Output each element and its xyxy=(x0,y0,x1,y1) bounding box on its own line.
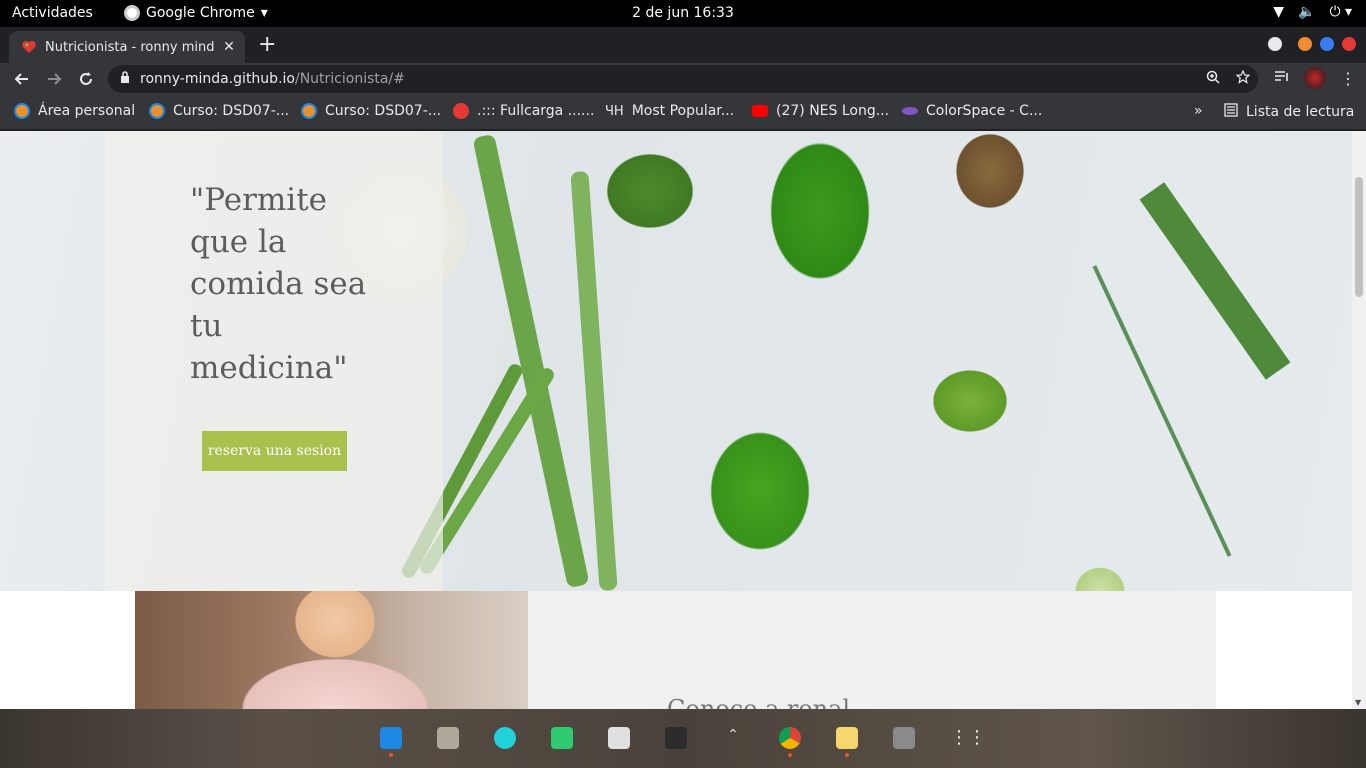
back-icon[interactable] xyxy=(10,67,34,91)
bookmark-star-icon[interactable] xyxy=(1235,69,1251,88)
scroll-down-arrow-icon[interactable]: ▼ xyxy=(1355,698,1361,707)
bookmarks-bar: Área personal Curso: DSD07-... Curso: DS… xyxy=(0,95,1366,130)
volume-icon: 🔈 xyxy=(1298,4,1316,20)
chevron-double-right-icon: » xyxy=(1194,103,1203,119)
show-apps-icon[interactable]: ⋮⋮ xyxy=(950,727,986,749)
media-control-icon[interactable] xyxy=(1274,69,1290,88)
moodle-icon xyxy=(301,103,317,119)
moodle-icon xyxy=(149,103,165,119)
window-controls xyxy=(1268,37,1356,51)
close-tab-icon[interactable]: ✕ xyxy=(221,39,237,55)
page-scrollbar[interactable]: ▼ xyxy=(1352,131,1366,709)
extensions-icon[interactable] xyxy=(551,727,573,749)
scrollbar-thumb[interactable] xyxy=(1355,177,1363,297)
minimize-button[interactable] xyxy=(1298,37,1312,51)
lock-icon[interactable] xyxy=(120,71,130,87)
bookmark-area-personal[interactable]: Área personal xyxy=(14,103,135,119)
new-tab-icon[interactable]: + xyxy=(258,34,276,56)
tab-title: Nutricionista - ronny mind xyxy=(45,39,215,55)
bookmark-most-popular[interactable]: ЧН Most Popular... xyxy=(605,103,734,119)
trash-icon[interactable] xyxy=(893,727,915,749)
reading-list-button[interactable]: Lista de lectura xyxy=(1224,103,1354,121)
reading-list-icon xyxy=(1224,103,1238,121)
profile-avatar[interactable] xyxy=(1304,67,1326,89)
wifi-icon: ▼ xyxy=(1273,4,1284,20)
system-top-bar: Actividades Google Chrome ▾ 2 de jun 16:… xyxy=(0,0,1366,27)
bookmark-curso-2[interactable]: Curso: DSD07-... xyxy=(301,103,441,119)
terminal-icon[interactable] xyxy=(665,727,687,749)
more-bookmarks-button[interactable]: » xyxy=(1194,103,1203,119)
maximize-button[interactable] xyxy=(1320,37,1334,51)
tab-search-icon[interactable] xyxy=(1268,37,1282,51)
power-icon: ⏻ ▾ xyxy=(1329,4,1352,20)
fullcarga-icon xyxy=(453,103,469,119)
vscode-icon[interactable] xyxy=(380,727,402,757)
clock[interactable]: 2 de jun 16:33 xyxy=(0,5,1366,21)
bookmark-label: .::: Fullcarga ...... xyxy=(477,103,595,119)
about-heading: Conoce a renal xyxy=(667,695,851,709)
forward-icon[interactable] xyxy=(42,67,66,91)
tab-nutricionista[interactable]: Nutricionista - ronny mind ✕ xyxy=(9,31,245,63)
bookmark-colorspace[interactable]: ColorSpace - C... xyxy=(902,103,1042,119)
bookmark-label: ColorSpace - C... xyxy=(926,103,1043,119)
bookmark-fullcarga[interactable]: .::: Fullcarga ...... xyxy=(453,103,594,119)
tab-strip: Nutricionista - ronny mind ✕ + xyxy=(0,27,1366,63)
bookmark-label: Most Popular... xyxy=(631,103,735,119)
colorspace-icon xyxy=(902,107,918,115)
text-editor-icon[interactable] xyxy=(836,727,858,757)
url-host: ronny-minda.github.io xyxy=(140,71,295,87)
pycharm-icon[interactable] xyxy=(494,727,516,749)
nutritionist-photo xyxy=(135,591,528,709)
reserve-session-button[interactable]: reserva una sesion xyxy=(202,431,347,471)
bookmark-label: Área personal xyxy=(38,103,136,119)
chrome-dock-icon[interactable] xyxy=(779,727,801,757)
bookmark-nes-long[interactable]: (27) NES Long... xyxy=(752,103,889,119)
heart-favicon-icon xyxy=(21,39,37,55)
close-window-button[interactable] xyxy=(1342,37,1356,51)
browser-toolbar: ronny-minda.github.io /Nutricionista/# ⋮ xyxy=(0,63,1366,95)
files-icon[interactable] xyxy=(437,727,459,749)
bookmark-curso-1[interactable]: Curso: DSD07-... xyxy=(149,103,289,119)
about-section: Conoce a renal xyxy=(135,591,1216,709)
youtube-icon xyxy=(752,105,768,117)
moodle-icon xyxy=(14,103,30,119)
scroll-up-icon[interactable]: ⌃ xyxy=(722,727,744,749)
address-bar[interactable]: ronny-minda.github.io /Nutricionista/# xyxy=(108,65,1258,93)
bookmark-label: (27) NES Long... xyxy=(776,103,890,119)
page-viewport: "Permite que la comida sea tu medicina" … xyxy=(0,131,1366,709)
dock: ⌃ ⋮⋮ xyxy=(0,709,1366,768)
hero-quote: "Permite que la comida sea tu medicina" xyxy=(190,182,367,386)
reading-list-label: Lista de lectura xyxy=(1246,104,1355,120)
reload-icon[interactable] xyxy=(74,67,98,91)
menu-kebab-icon[interactable]: ⋮ xyxy=(1340,69,1356,88)
url-path: /Nutricionista/# xyxy=(294,71,405,87)
zoom-icon[interactable] xyxy=(1206,70,1220,88)
system-tray[interactable]: ▼ 🔈 ⏻ ▾ xyxy=(1273,4,1352,20)
software-icon[interactable] xyxy=(608,727,630,749)
bookmark-label: Curso: DSD07-... xyxy=(173,103,290,119)
torrent-icon: ЧН xyxy=(605,103,624,119)
bookmark-label: Curso: DSD07-... xyxy=(325,103,442,119)
